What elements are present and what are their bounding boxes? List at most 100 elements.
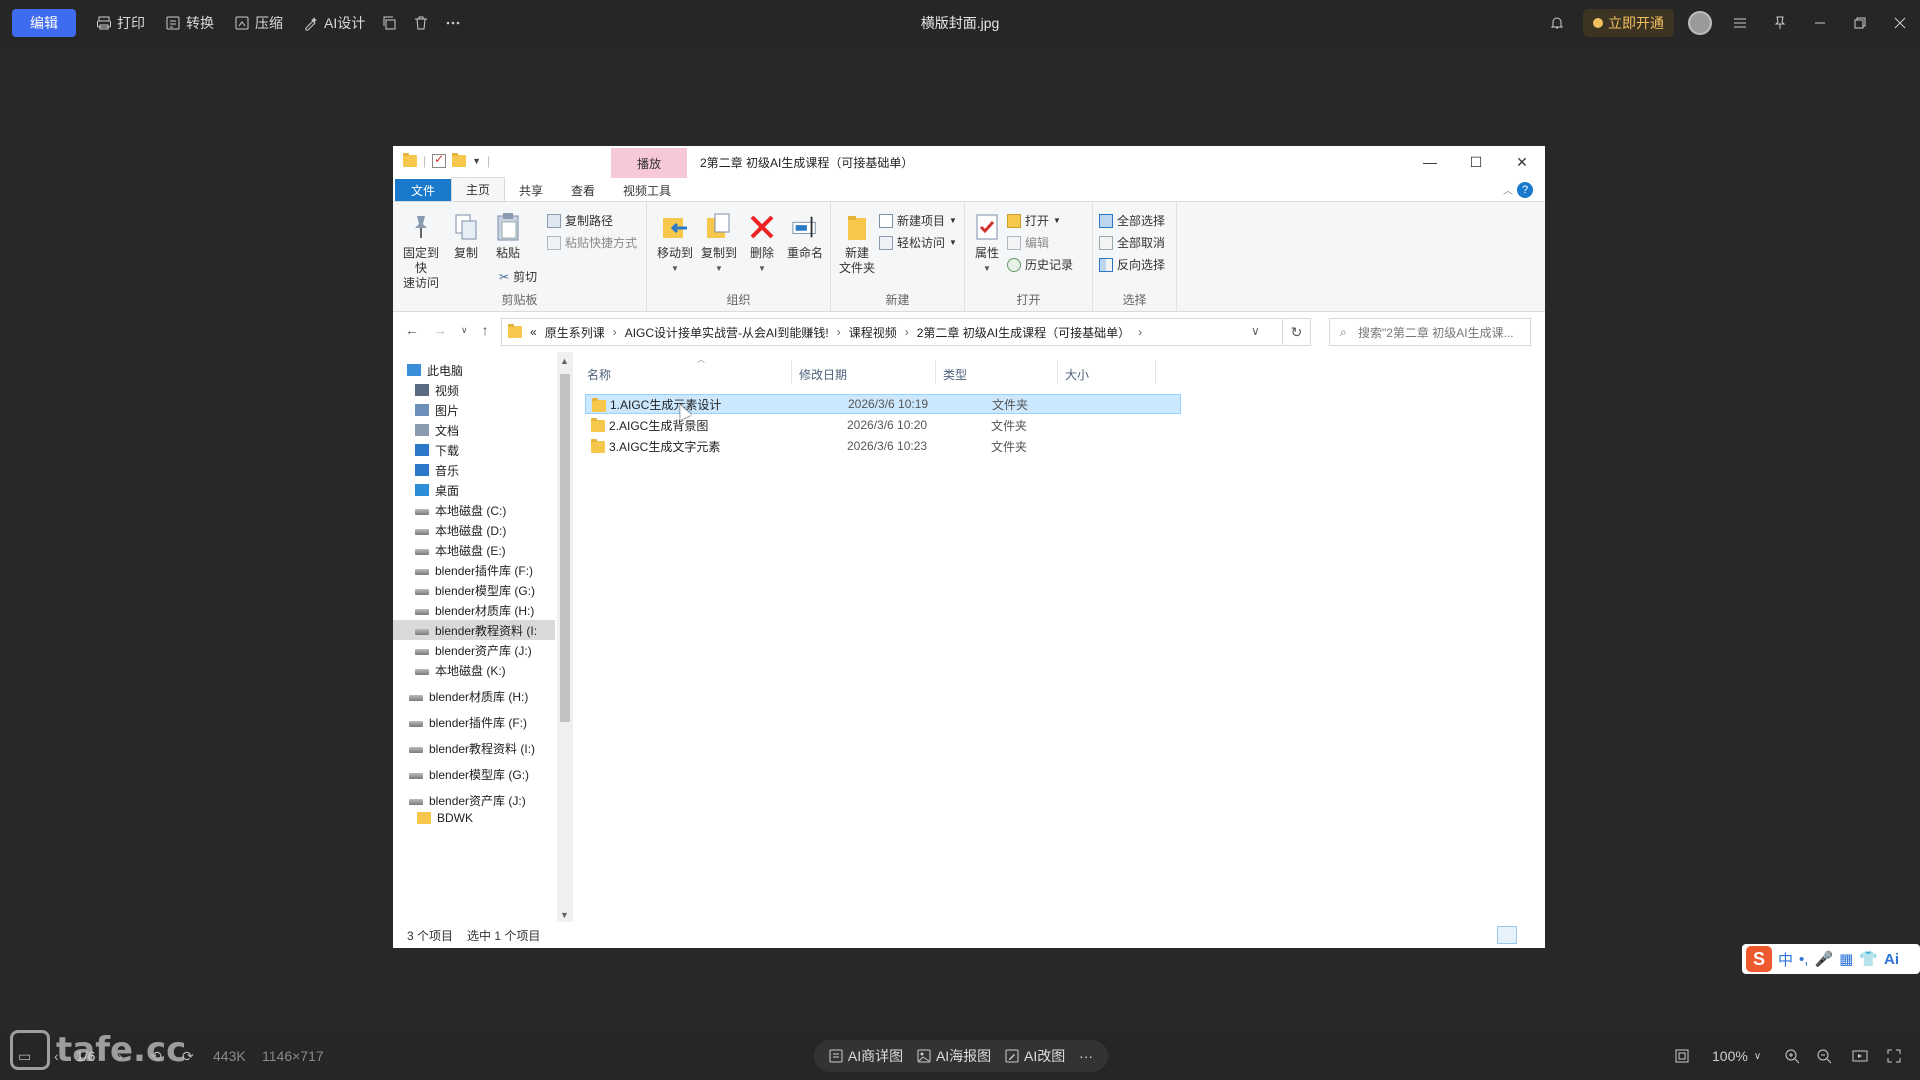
back-arrow-icon[interactable]: ←: [405, 322, 419, 338]
column-header-size[interactable]: 大小: [1065, 366, 1089, 383]
nav-item[interactable]: 本地磁盘 (D:): [393, 520, 555, 540]
nav-item[interactable]: blender材质库 (H:): [393, 686, 555, 706]
skin-icon[interactable]: 👕: [1859, 950, 1878, 968]
invert-selection-button[interactable]: 反向选择: [1099, 256, 1165, 273]
breadcrumb-item[interactable]: 课程视频: [849, 324, 897, 341]
convert-button[interactable]: 转换: [165, 13, 214, 33]
fit-screen-button[interactable]: [1674, 1040, 1690, 1072]
move-to-button[interactable]: 移动到 ▼: [655, 212, 695, 276]
copy-ribbon-button[interactable]: 复制: [451, 212, 481, 261]
nav-item[interactable]: 图片: [393, 400, 555, 420]
explorer-minimize-icon[interactable]: —: [1407, 146, 1453, 178]
rename-button[interactable]: 重命名: [785, 212, 825, 261]
ai-edit-image-button[interactable]: AI改图: [1005, 1046, 1065, 1066]
microphone-icon[interactable]: 🎤: [1814, 950, 1833, 968]
collapse-ribbon-icon[interactable]: ︿: [1503, 182, 1513, 197]
ime-punct[interactable]: •,: [1799, 951, 1808, 968]
notification-button[interactable]: [1537, 0, 1577, 46]
rotate-left-icon[interactable]: ⟲: [150, 1048, 162, 1065]
nav-item[interactable]: blender插件库 (F:): [393, 712, 555, 732]
ime-lang[interactable]: 中: [1778, 949, 1793, 970]
keyboard-icon[interactable]: ▦: [1839, 950, 1853, 968]
explorer-maximize-icon[interactable]: ☐: [1453, 146, 1499, 178]
properties-button[interactable]: 属性 ▼: [971, 212, 1003, 276]
nav-item[interactable]: blender资产库 (J:): [393, 640, 555, 660]
recent-chevron-icon[interactable]: ∨: [461, 325, 468, 338]
next-page-icon[interactable]: ›: [118, 1048, 123, 1064]
file-row[interactable]: 3.AIGC生成文字元素 2026/3/6 10:23 文件夹: [585, 436, 1181, 456]
minimize-button[interactable]: [1800, 0, 1840, 46]
open-button[interactable]: 打开 ▼: [1007, 212, 1061, 229]
select-all-button[interactable]: 全部选择: [1099, 212, 1165, 229]
scroll-down-icon[interactable]: ▼: [560, 910, 569, 920]
column-header-type[interactable]: 类型: [943, 366, 967, 383]
explorer-close-icon[interactable]: ✕: [1499, 146, 1545, 178]
address-dropdown-icon[interactable]: ∨: [1251, 324, 1260, 338]
tab-home[interactable]: 主页: [451, 177, 506, 201]
nav-item[interactable]: blender资产库 (J:): [393, 790, 555, 810]
zoom-select[interactable]: 100% ∨: [1712, 1040, 1761, 1072]
vip-button[interactable]: 立即开通: [1583, 9, 1674, 37]
print-button[interactable]: 打印: [96, 13, 145, 33]
copy-to-button[interactable]: 复制到 ▼: [699, 212, 739, 276]
delete-button[interactable]: [413, 15, 429, 31]
edit-ribbon-button[interactable]: 编辑: [1007, 234, 1049, 251]
avatar[interactable]: [1688, 11, 1712, 35]
select-none-button[interactable]: 全部取消: [1099, 234, 1165, 251]
breadcrumb-overflow[interactable]: «: [530, 325, 537, 339]
copy-button[interactable]: [381, 15, 397, 31]
delete-ribbon-button[interactable]: 删除 ▼: [747, 212, 777, 276]
paste-button[interactable]: 粘贴: [493, 212, 523, 261]
slideshow-button[interactable]: [1852, 1040, 1868, 1072]
column-header-date[interactable]: 修改日期: [799, 366, 847, 383]
search-box[interactable]: ⌕ 搜索"2第二章 初级AI生成课...: [1329, 318, 1531, 346]
file-row[interactable]: 2.AIGC生成背景图 2026/3/6 10:20 文件夹: [585, 415, 1181, 435]
nav-item[interactable]: 桌面: [393, 480, 555, 500]
tab-video-tools[interactable]: 视频工具: [609, 179, 685, 201]
copy-path-button[interactable]: 复制路径: [547, 212, 613, 229]
rotate-right-icon[interactable]: ⟳: [182, 1048, 194, 1065]
breadcrumb-item[interactable]: 2第二章 初级AI生成课程（可接基础单）: [917, 324, 1130, 341]
nav-item[interactable]: 文档: [393, 420, 555, 440]
details-view-icon[interactable]: [1497, 926, 1517, 944]
breadcrumb-item[interactable]: AIGC设计接单实战营-从会AI到能赚钱!: [625, 324, 829, 341]
up-arrow-icon[interactable]: ↑: [482, 322, 489, 338]
nav-item[interactable]: BDWK: [393, 808, 555, 828]
nav-item[interactable]: 本地磁盘 (E:): [393, 540, 555, 560]
ai-design-button[interactable]: AI设计: [303, 13, 365, 33]
ai-poster-button[interactable]: AI海报图: [917, 1046, 991, 1066]
forward-arrow-icon[interactable]: →: [433, 322, 447, 338]
ime-ai[interactable]: Ai: [1884, 951, 1899, 968]
compress-button[interactable]: 压缩: [234, 13, 283, 33]
cut-button[interactable]: ✂ 剪切: [499, 268, 537, 285]
pin-quick-access-button[interactable]: 固定到快 速访问: [401, 212, 441, 291]
prev-page-icon[interactable]: ‹: [54, 1048, 59, 1064]
menu-button[interactable]: [1720, 0, 1760, 46]
nav-item[interactable]: 本地磁盘 (C:): [393, 500, 555, 520]
paste-shortcut-button[interactable]: 粘贴快捷方式: [547, 234, 637, 251]
nav-item[interactable]: 视频: [393, 380, 555, 400]
ai-more-button[interactable]: ···: [1079, 1048, 1093, 1064]
scroll-up-icon[interactable]: ▲: [560, 356, 569, 366]
edit-button[interactable]: 编辑: [12, 9, 76, 37]
close-button[interactable]: [1880, 0, 1920, 46]
more-button[interactable]: [445, 15, 461, 31]
nav-item[interactable]: 下载: [393, 440, 555, 460]
context-tab-play[interactable]: 播放: [611, 148, 687, 178]
easy-access-button[interactable]: 轻松访问 ▼: [879, 234, 957, 251]
nav-item[interactable]: blender模型库 (G:): [393, 580, 555, 600]
nav-item[interactable]: blender模型库 (G:): [393, 764, 555, 784]
refresh-icon[interactable]: ↻: [1283, 318, 1311, 346]
restore-button[interactable]: [1840, 0, 1880, 46]
fullscreen-button[interactable]: [1886, 1040, 1902, 1072]
nav-item[interactable]: 音乐: [393, 460, 555, 480]
history-button[interactable]: 历史记录: [1007, 256, 1073, 273]
file-row[interactable]: 1.AIGC生成元素设计 2026/3/6 10:19 文件夹: [585, 394, 1181, 414]
new-item-button[interactable]: 新建项目 ▼: [879, 212, 957, 229]
nav-item[interactable]: blender插件库 (F:): [393, 560, 555, 580]
zoom-in-button[interactable]: [1784, 1040, 1800, 1072]
large-icons-view-icon[interactable]: [1519, 926, 1539, 944]
new-folder-button[interactable]: 新建 文件夹: [837, 212, 877, 276]
tab-file[interactable]: 文件: [395, 179, 451, 201]
nav-scrollbar[interactable]: ▲ ▼: [557, 352, 573, 924]
